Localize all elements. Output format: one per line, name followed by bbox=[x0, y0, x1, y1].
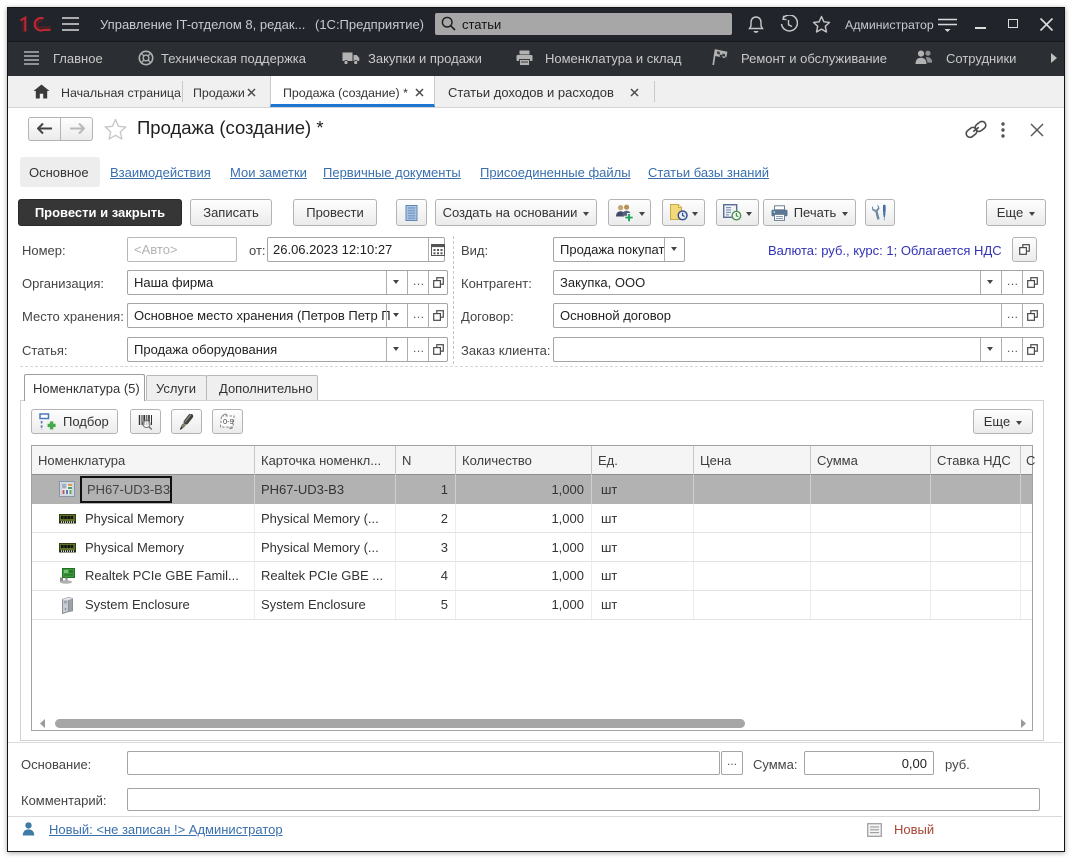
svg-text:0-9: 0-9 bbox=[223, 417, 234, 426]
